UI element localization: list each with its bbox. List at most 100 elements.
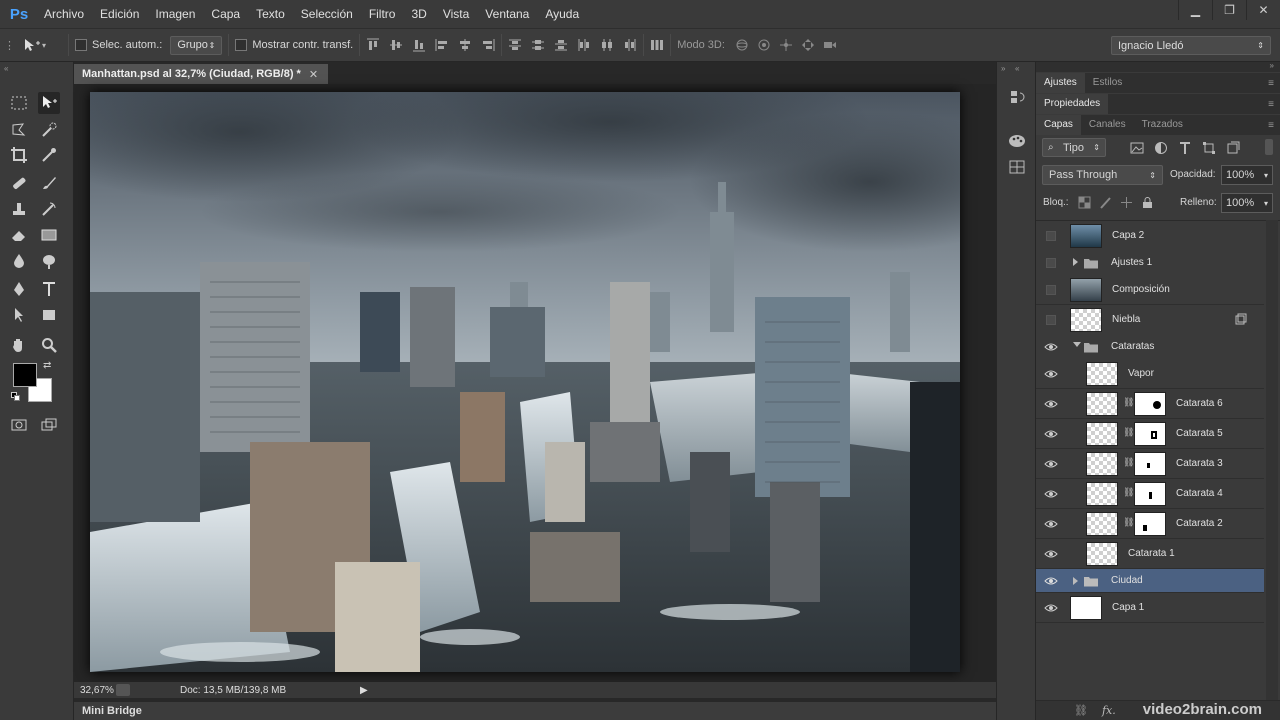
type-tool[interactable]: [38, 278, 60, 300]
visibility-toggle[interactable]: [1044, 230, 1058, 242]
minimize-button[interactable]: ▁: [1178, 0, 1212, 20]
lock-position-icon[interactable]: [1120, 196, 1133, 209]
layer-row-selected[interactable]: Ciudad: [1036, 569, 1264, 593]
pan-3d-icon[interactable]: [779, 38, 793, 52]
layers-scrollbar[interactable]: [1266, 220, 1278, 700]
eye-icon[interactable]: [1044, 518, 1058, 530]
zoom-level[interactable]: 32,67%: [74, 685, 114, 696]
layer-row[interactable]: Capa 2: [1036, 221, 1264, 251]
filter-toggle-switch[interactable]: [1265, 139, 1273, 155]
menu-ayuda[interactable]: Ayuda: [537, 0, 587, 28]
checkbox-box[interactable]: [235, 39, 248, 51]
filter-adjustment-icon[interactable]: [1154, 141, 1168, 155]
eye-icon[interactable]: [1044, 368, 1058, 380]
align-left-icon[interactable]: [435, 38, 449, 52]
layer-mask-thumbnail[interactable]: [1134, 512, 1166, 536]
dodge-tool[interactable]: [38, 250, 60, 272]
mini-bridge-bar[interactable]: Mini Bridge: [74, 702, 996, 720]
align-top-icon[interactable]: [366, 38, 380, 52]
tab-capas[interactable]: Capas: [1036, 115, 1081, 135]
shape-tool[interactable]: [38, 304, 60, 326]
distribute-bottom-icon[interactable]: [554, 38, 568, 52]
eraser-tool[interactable]: [8, 224, 30, 246]
marquee-tool[interactable]: [8, 92, 30, 114]
distribute-left-icon[interactable]: [577, 38, 591, 52]
menu-capa[interactable]: Capa: [203, 0, 248, 28]
collapse-arrows-icon[interactable]: «: [4, 64, 8, 73]
align-horizontal-center-icon[interactable]: [458, 38, 472, 52]
lock-pixels-brush-icon[interactable]: [1099, 196, 1112, 209]
align-bottom-icon[interactable]: [412, 38, 426, 52]
color-palette-icon[interactable]: [1008, 132, 1026, 153]
eye-icon[interactable]: [1044, 428, 1058, 440]
layer-filter-dropdown[interactable]: ⌕ Tipo ⇕: [1042, 138, 1106, 157]
tab-estilos[interactable]: Estilos: [1085, 73, 1130, 93]
expand-triangle-icon[interactable]: [1073, 577, 1078, 585]
menu-ventana[interactable]: Ventana: [477, 0, 537, 28]
swatches-panel-icon[interactable]: [1008, 158, 1026, 179]
align-vertical-center-icon[interactable]: [389, 38, 403, 52]
close-window-button[interactable]: ✕: [1246, 0, 1280, 20]
eye-icon[interactable]: [1044, 398, 1058, 410]
tool-preset-picker[interactable]: ▾: [22, 37, 62, 53]
layer-row[interactable]: ⛓ Catarata 5: [1036, 419, 1264, 449]
quick-selection-tool[interactable]: [38, 119, 60, 141]
distribute-right-icon[interactable]: [623, 38, 637, 52]
distribute-vcenter-icon[interactable]: [531, 38, 545, 52]
layer-mask-thumbnail[interactable]: [1134, 452, 1166, 476]
layer-row[interactable]: Catarata 1: [1036, 539, 1264, 569]
filter-smart-object-icon[interactable]: [1226, 141, 1240, 155]
screen-mode-button[interactable]: [38, 414, 60, 436]
swap-colors-icon[interactable]: ⇄: [43, 360, 51, 371]
restore-button[interactable]: ❐: [1212, 0, 1246, 20]
expand-triangle-icon[interactable]: [1073, 258, 1078, 266]
layer-row[interactable]: ⛓ Catarata 2: [1036, 509, 1264, 539]
eye-icon[interactable]: [1044, 575, 1058, 587]
crop-tool[interactable]: [8, 144, 30, 166]
history-panel-icon[interactable]: [1008, 88, 1026, 109]
history-brush-tool[interactable]: [38, 198, 60, 220]
blur-tool[interactable]: [8, 250, 30, 272]
show-transform-checkbox[interactable]: Mostrar contr. transf.: [235, 39, 353, 51]
canvas-image[interactable]: [90, 92, 960, 672]
chain-link-icon[interactable]: ⛓: [1123, 427, 1134, 438]
eye-icon[interactable]: [1044, 488, 1058, 500]
tab-trazados[interactable]: Trazados: [1134, 115, 1191, 135]
status-icon[interactable]: [116, 684, 130, 696]
orbit-3d-icon[interactable]: [735, 38, 749, 52]
visibility-toggle[interactable]: [1044, 257, 1058, 269]
filter-pixel-icon[interactable]: [1130, 141, 1144, 155]
fx-icon[interactable]: fx.: [1102, 704, 1116, 717]
quick-mask-button[interactable]: [8, 414, 30, 436]
layer-mask-thumbnail[interactable]: [1134, 422, 1166, 446]
gradient-tool[interactable]: [38, 224, 60, 246]
document-tab[interactable]: Manhattan.psd al 32,7% (Ciudad, RGB/8) *…: [74, 64, 328, 84]
lasso-tool[interactable]: [8, 119, 30, 141]
lock-all-icon[interactable]: [1141, 196, 1154, 209]
workspace-dropdown[interactable]: Ignacio Lledó ⇕: [1111, 36, 1271, 55]
collapse-arrows-icon[interactable]: »: [1001, 64, 1005, 73]
menu-seleccion[interactable]: Selección: [293, 0, 361, 28]
layer-mask-thumbnail[interactable]: [1134, 392, 1166, 416]
eye-icon[interactable]: [1044, 602, 1058, 614]
filter-type-icon[interactable]: [1178, 141, 1192, 155]
eyedropper-tool[interactable]: [38, 144, 60, 166]
pen-tool[interactable]: [8, 278, 30, 300]
layer-row[interactable]: Capa 1: [1036, 593, 1264, 623]
clone-stamp-tool[interactable]: [8, 198, 30, 220]
eye-icon[interactable]: [1044, 548, 1058, 560]
link-layers-icon[interactable]: ⛓: [1074, 704, 1088, 717]
panel-menu-icon[interactable]: ≡: [1268, 99, 1274, 110]
collapse-triangle-icon[interactable]: [1073, 342, 1081, 347]
panel-menu-icon[interactable]: ≡: [1268, 120, 1274, 131]
layer-row[interactable]: Ajustes 1: [1036, 248, 1264, 278]
menu-vista[interactable]: Vista: [435, 0, 477, 28]
menu-archivo[interactable]: Archivo: [36, 0, 92, 28]
eye-icon[interactable]: [1044, 458, 1058, 470]
chain-link-icon[interactable]: ⛓: [1123, 517, 1134, 528]
layer-mask-thumbnail[interactable]: [1134, 482, 1166, 506]
default-colors-icon[interactable]: [11, 392, 21, 402]
panel-menu-icon[interactable]: ≡: [1268, 78, 1274, 89]
blend-mode-dropdown[interactable]: Pass Through ⇕: [1042, 165, 1163, 185]
roll-3d-icon[interactable]: [757, 38, 771, 52]
